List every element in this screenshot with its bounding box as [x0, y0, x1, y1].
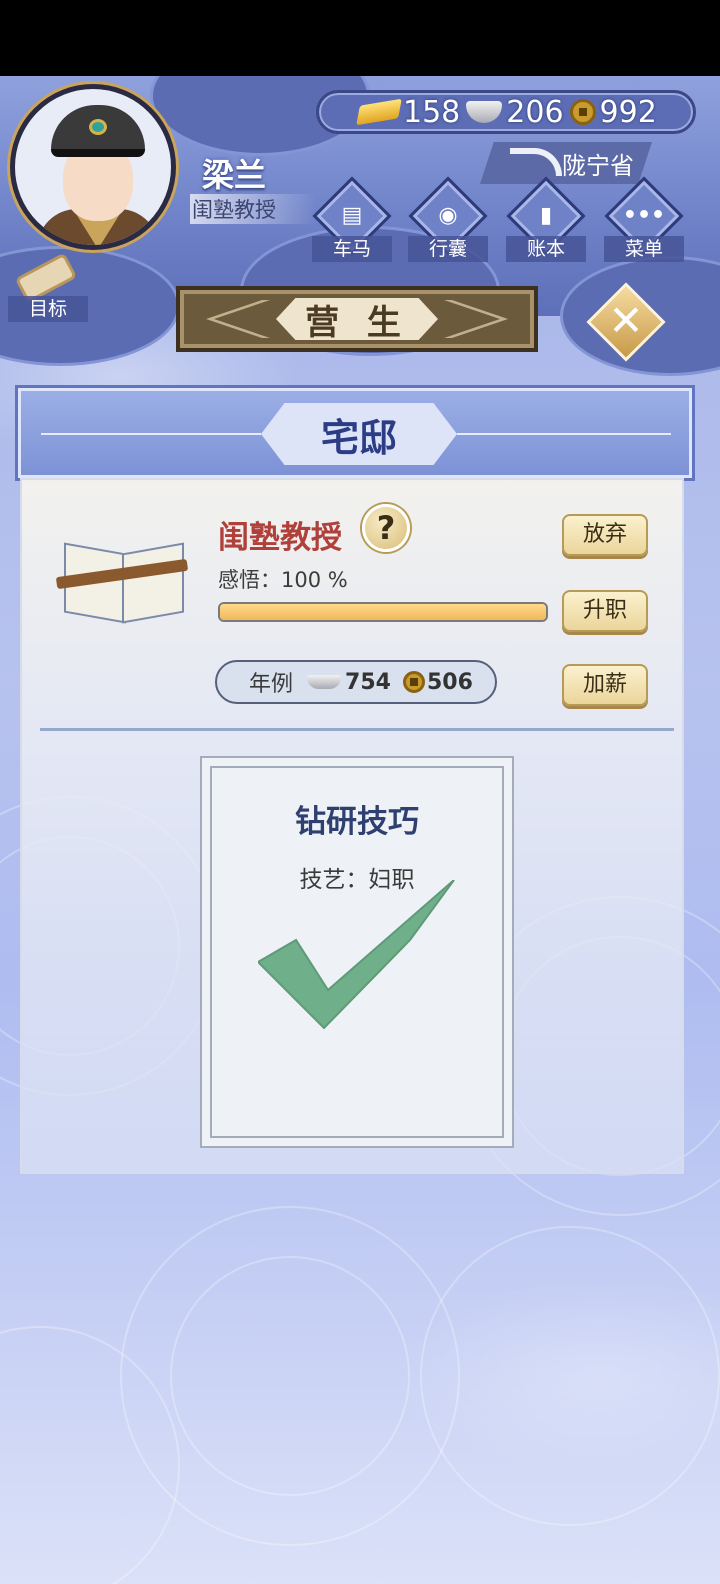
header-line — [41, 433, 261, 435]
menu-ledger[interactable]: ▮ 账本 — [506, 176, 586, 268]
menu-bag[interactable]: ◉ 行囊 — [408, 176, 488, 268]
silver-ingot-icon — [466, 101, 503, 123]
copper-counter: 992 — [569, 94, 657, 130]
help-button[interactable]: ? — [362, 504, 410, 552]
menu-carriage-label: 车马 — [312, 236, 392, 262]
game-screen: 梁兰 闺塾教授 158 206 992 陇宁省 ▤ 车马 ◉ 行囊 ▮ 账本 •… — [0, 76, 720, 1584]
close-icon[interactable]: ✕ — [604, 296, 648, 346]
menu-more-label: 菜单 — [604, 236, 684, 262]
silver-ingot-icon — [307, 675, 342, 689]
salary-pill: 年例 754 506 — [215, 660, 497, 704]
panel-title: 宅邸 — [261, 403, 457, 465]
goal-label: 目标 — [8, 296, 88, 322]
avatar[interactable] — [10, 84, 176, 250]
salary-silver: 754 — [345, 669, 391, 695]
book-page — [122, 542, 184, 624]
swirl-decoration — [170, 1256, 410, 1496]
player-title: 闺塾教授 — [190, 194, 316, 224]
silver-counter: 206 — [466, 94, 564, 130]
gold-counter: 158 — [356, 94, 461, 130]
gold-value: 158 — [403, 94, 461, 130]
panel-header: 宅邸 — [18, 388, 692, 478]
menu-bag-label: 行囊 — [408, 236, 488, 262]
menu-ledger-label: 账本 — [506, 236, 586, 262]
abandon-button[interactable]: 放弃 — [562, 514, 648, 556]
goal-button[interactable]: 目标 — [8, 252, 88, 324]
checkmark-icon — [258, 880, 455, 1030]
silver-value: 206 — [506, 94, 564, 130]
bag-icon: ◉ — [438, 202, 458, 228]
currency-bar: 158 206 992 — [316, 90, 696, 134]
insight-text: 感悟：100 % — [218, 568, 348, 592]
brush-icon — [510, 148, 562, 176]
divider — [40, 728, 674, 731]
ledger-icon: ▮ — [539, 202, 553, 228]
copper-value: 992 — [599, 94, 657, 130]
raise-salary-button[interactable]: 加薪 — [562, 664, 648, 706]
swirl-decoration — [420, 1226, 720, 1526]
copper-coin-icon — [402, 671, 425, 693]
more-icon: ••• — [622, 202, 666, 228]
avatar-gem — [89, 119, 107, 135]
chevron-right-decoration — [444, 300, 508, 338]
insight-progress-bar — [218, 602, 548, 622]
player-name: 梁兰 — [202, 156, 267, 194]
menu-carriage[interactable]: ▤ 车马 — [312, 176, 392, 268]
salary-copper: 506 — [426, 669, 473, 695]
carriage-icon: ▤ — [341, 202, 363, 228]
chevron-left-decoration — [206, 300, 270, 338]
location-name: 陇宁省 — [562, 151, 634, 180]
task-card[interactable]: 钻研技巧 技艺：妇职 — [200, 756, 514, 1148]
task-title: 钻研技巧 — [295, 804, 419, 840]
book-icon — [55, 532, 196, 624]
salary-label: 年例 — [249, 672, 294, 697]
gold-bar-icon — [356, 98, 402, 126]
copper-coin-icon — [569, 99, 596, 125]
section-banner: 营 生 — [176, 286, 538, 352]
job-title: 闺塾教授 — [218, 520, 342, 556]
promote-button[interactable]: 升职 — [562, 590, 648, 632]
banner-title: 营 生 — [276, 298, 438, 340]
header-line — [457, 433, 671, 435]
location-badge[interactable]: 陇宁省 — [480, 142, 652, 184]
menu-more[interactable]: ••• 菜单 — [604, 176, 684, 268]
progress-fill — [220, 604, 546, 620]
